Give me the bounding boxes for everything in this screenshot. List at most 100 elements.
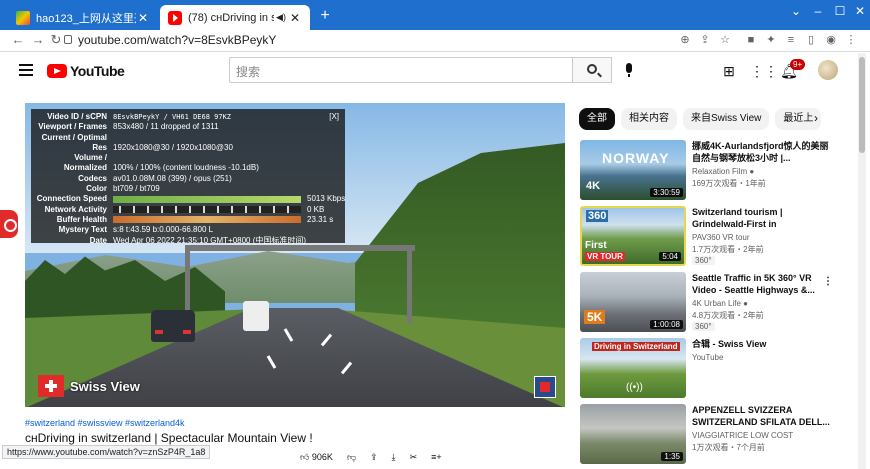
thumbnail-text: 5K (584, 310, 606, 324)
recommendation-item[interactable]: Driving in Switzerland ((•)) 合辑 - Swiss … (580, 338, 840, 400)
forward-icon[interactable]: → (30, 32, 46, 47)
video-thumbnail[interactable]: 360 First VR TOUR 5:04 (580, 206, 686, 266)
chevron-right-icon[interactable]: › (814, 111, 818, 125)
channel-watermark: Swiss View (38, 375, 140, 397)
recommendation-item[interactable]: 1:35 APPENZELL SVIZZERA SWITZERLAND SFIL… (580, 404, 840, 466)
chip-all[interactable]: 全部 (579, 108, 615, 130)
stats-value: av01.0.08M.08 (399) / opus (251) (113, 173, 232, 183)
watermark-text: Swiss View (70, 378, 140, 394)
logo-text: YouTube (70, 63, 125, 79)
video-duration: 1:35 (661, 452, 683, 461)
save-icon[interactable]: ≡+ (431, 452, 442, 463)
recommendation-title[interactable]: Switzerland tourism | Grindelwald-First … (692, 206, 830, 230)
maximize-icon[interactable]: ☐ (830, 4, 850, 18)
search-button[interactable] (572, 57, 612, 83)
browser-tab-bar: hao123_上网从这里开始 ✕ (78) сʜDriving in switz… (0, 0, 870, 30)
hao123-favicon-icon (16, 10, 30, 25)
new-tab-button[interactable]: + (316, 7, 334, 25)
recommendation-title[interactable]: Seattle Traffic in 5K 360° VR Video - Se… (692, 272, 830, 296)
side-panel-icon[interactable]: ▯ (804, 33, 818, 47)
puzzle-icon[interactable]: ✦ (764, 33, 778, 47)
recommendation-channel[interactable]: 4K Urban Life ● (692, 299, 748, 308)
mix-icon: ((•)) (626, 382, 643, 393)
video-frame-gantry-pole (407, 245, 412, 323)
video-thumbnail[interactable]: 1:35 (580, 404, 686, 464)
recommendation-channel[interactable]: YouTube (692, 353, 723, 362)
profile-icon[interactable]: ◉ (824, 33, 838, 47)
dislike-icon[interactable]: 👎︎ (347, 452, 356, 463)
recommendation-channel[interactable]: VIAGGIATRICE LOW COST (692, 431, 793, 440)
apps-icon[interactable]: ⋮⋮ (750, 62, 778, 80)
minimize-icon[interactable]: – (808, 4, 828, 18)
chip-related[interactable]: 相关内容 (621, 108, 677, 130)
star-icon[interactable]: ☆ (718, 33, 732, 47)
video-thumbnail[interactable]: Driving in Switzerland ((•)) (580, 338, 686, 398)
recommendation-channel[interactable]: PAV360 VR tour (692, 233, 750, 242)
recommendation-meta: 4.8万次观看・2年前 (692, 311, 764, 320)
mic-icon[interactable] (626, 63, 632, 77)
chip-from-channel[interactable]: 来自Swiss View (683, 108, 770, 130)
close-icon[interactable]: ✕ (136, 11, 150, 25)
youtube-logo[interactable]: YouTube (47, 63, 125, 79)
channel-branding-icon[interactable] (534, 376, 556, 398)
stats-row: Codecs av01.0.08M.08 (399) / opus (251) (31, 174, 345, 184)
reload-icon[interactable]: ↻ (48, 32, 64, 48)
reading-list-icon[interactable]: ≡ (784, 33, 798, 47)
recommendation-meta: 1.7万次观看・2年前 (692, 245, 764, 254)
stats-key: Volume / (74, 153, 107, 163)
share-icon[interactable]: ⇪ (370, 452, 378, 463)
tab-hao123[interactable]: hao123_上网从这里开始 ✕ (8, 5, 158, 30)
connection-speed-graph (113, 195, 301, 203)
video-actions: 👍︎ 906K 👎︎ ⇪ ⤓ ✂ ≡+ (300, 452, 442, 463)
recommendation-title[interactable]: 挪威4K-Aurlandsfjord惊人的美丽自然与钢琴放松3小时 |... (692, 140, 830, 164)
close-icon[interactable]: ✕ (288, 11, 302, 25)
stats-key: Current / Optimal (41, 132, 107, 142)
window-close-icon[interactable]: ✕ (850, 4, 870, 18)
lock-icon[interactable] (64, 35, 72, 44)
speaker-icon[interactable]: ◀) (274, 12, 288, 23)
recommendation-item[interactable]: NORWAY 4K 3:30:59 挪威4K-Aurlandsfjord惊人的美… (580, 140, 840, 202)
download-icon[interactable]: ⤓ (392, 452, 396, 463)
extension-badge-icon[interactable]: ■ (744, 33, 758, 47)
close-stats-button[interactable]: [X] (329, 112, 339, 121)
badge-360: 360° (692, 256, 715, 265)
stats-row: Res 1920x1080@30 / 1920x1080@30 (31, 143, 345, 153)
tab-youtube[interactable]: (78) сʜDriving in switzerland ◀) ✕ (160, 5, 310, 30)
menu-icon[interactable] (19, 64, 33, 76)
more-icon[interactable]: ⋮ (844, 33, 858, 47)
search-input[interactable]: 搜索 (229, 57, 573, 83)
stats-key: Video ID / sCPN (47, 112, 107, 121)
chevron-down-icon[interactable]: ⌄ (786, 4, 806, 18)
video-thumbnail[interactable]: NORWAY 4K 3:30:59 (580, 140, 686, 200)
share-icon[interactable]: ⇪ (698, 33, 712, 47)
scrollbar-thumb[interactable] (859, 57, 865, 153)
recommendation-title[interactable]: 合辑 - Swiss View (692, 338, 830, 350)
side-float-button[interactable] (0, 210, 18, 238)
recommendation-item[interactable]: 360 First VR TOUR 5:04 Switzerland touri… (580, 206, 840, 268)
create-icon[interactable]: ⊞ (720, 62, 738, 80)
stats-key: Res (92, 142, 107, 152)
video-duration: 1:00:08 (650, 320, 683, 329)
install-icon[interactable]: ⊕ (678, 33, 692, 47)
recommendation-channel[interactable]: Relaxation Film ● (692, 167, 754, 176)
video-thumbnail[interactable]: 5K 1:00:08 (580, 272, 686, 332)
stats-key: Viewport / Frames (38, 122, 107, 132)
more-vert-icon[interactable]: ⋮ (823, 276, 833, 287)
verified-icon: ● (743, 299, 748, 308)
clip-icon[interactable]: ✂ (410, 452, 418, 463)
stats-value: 5013 Kbps (307, 194, 345, 204)
recommendation-title[interactable]: APPENZELL SVIZZERA SWITZERLAND SFILATA D… (692, 404, 830, 428)
page-scrollbar[interactable] (858, 53, 866, 469)
like-button[interactable]: 👍︎ 906K (300, 452, 333, 463)
stats-row: Date Wed Apr 06 2022 21:35:10 GMT+0800 (中… (31, 236, 345, 246)
video-player[interactable]: Swiss View [X] Video ID / sCPN 8EsvkBPeyk… (25, 103, 565, 407)
recommendation-item[interactable]: 5K 1:00:08 Seattle Traffic in 5K 360° VR… (580, 272, 840, 334)
thumbnail-text: 360 (586, 210, 609, 222)
youtube-favicon-icon (168, 10, 182, 25)
youtube-masthead: YouTube 搜索 ⊞ ⋮⋮ 🔔︎ 9+ (0, 53, 860, 91)
video-hashtags[interactable]: #switzerland #swissview #switzerland4k (25, 418, 185, 428)
back-icon[interactable]: ← (10, 32, 26, 47)
avatar[interactable] (818, 60, 838, 80)
address-bar[interactable]: youtube.com/watch?v=8EsvkBPeykY (78, 33, 276, 47)
verified-icon: ● (749, 167, 755, 176)
